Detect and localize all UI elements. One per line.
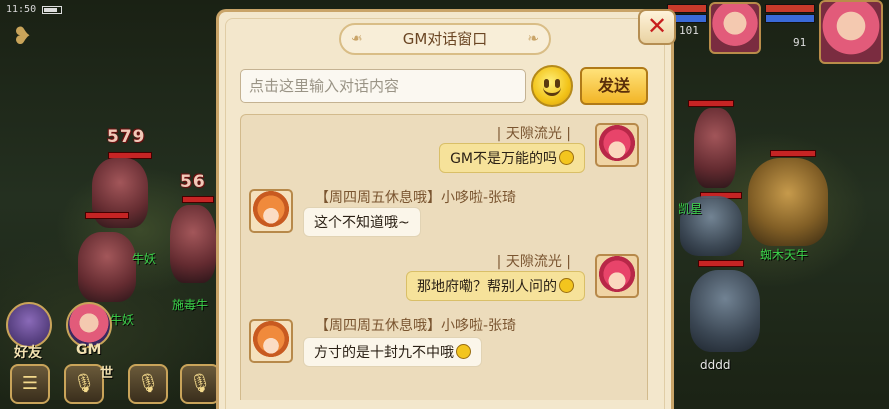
battery-icon xyxy=(42,5,63,14)
message-text: 那地府嘞？帮别人问的 xyxy=(417,279,557,295)
dialog-title: GM对话窗口 xyxy=(339,23,551,55)
chat-button[interactable]: ☰ xyxy=(10,364,50,404)
enemy-hp-bar xyxy=(182,196,214,203)
emoji-icon xyxy=(559,150,574,165)
message-sender: 【周四周五休息哦】小哆啦-张琦 xyxy=(315,318,517,334)
enemy-bull-demon[interactable] xyxy=(170,205,216,283)
gm-chat-avatar xyxy=(249,319,293,363)
party-status-panel: 101 91 xyxy=(667,0,889,66)
voice-team-button[interactable]: 🎙 xyxy=(128,364,168,404)
message-text: 这个不知道哦~ xyxy=(314,215,410,231)
player-chat-avatar xyxy=(595,123,639,167)
enemy-bull-demon[interactable] xyxy=(78,232,136,302)
damage-number: 579 xyxy=(107,127,146,147)
message-sender: 【周四周五休息哦】小哆啦-张琦 xyxy=(315,190,517,206)
world-label: 世 xyxy=(100,366,114,381)
player-level: 91 xyxy=(793,36,807,49)
ally-name: 蜘木天牛 xyxy=(760,248,809,262)
ally-hp-bar xyxy=(688,100,734,107)
ally-character[interactable] xyxy=(694,108,736,188)
chat-input[interactable] xyxy=(240,69,526,103)
gm-chat-avatar xyxy=(249,189,293,233)
ally-pet[interactable] xyxy=(748,158,828,246)
enemy-name: 牛妖 xyxy=(132,252,157,266)
ally-hp-bar xyxy=(770,150,816,157)
party-mp-bar xyxy=(765,14,815,23)
heart-menu-icon[interactable]: ❥ xyxy=(12,24,38,48)
voice-guild-button[interactable]: 🎙 xyxy=(180,364,220,404)
enemy-hp-bar xyxy=(85,212,129,219)
message-sender: | 天隙流光 | xyxy=(496,254,571,270)
message-bubble: 那地府嘞？帮别人问的 xyxy=(406,271,585,301)
clock: 11:50 xyxy=(6,4,37,15)
message-text: 方寸的是十封九不中哦 xyxy=(314,345,454,361)
player-chat-avatar xyxy=(595,254,639,298)
close-button[interactable]: ✕ xyxy=(638,9,676,45)
enemy-name: 施毒牛 xyxy=(172,298,209,312)
party-hp-bar xyxy=(765,4,815,13)
close-icon: ✕ xyxy=(646,12,668,40)
player-avatar[interactable] xyxy=(819,0,883,64)
ally-hp-bar xyxy=(698,260,744,267)
ally-name: dddd xyxy=(700,358,731,372)
chat-history[interactable]: | 天隙流光 | GM不是万能的吗 【周四周五休息哦】小哆啦-张琦 这个不知道哦… xyxy=(240,114,648,400)
message-sender: | 天隙流光 | xyxy=(496,126,571,142)
system-status-bar: 11:50 xyxy=(6,4,63,15)
message-bubble: 这个不知道哦~ xyxy=(303,207,421,237)
party-member-avatar[interactable] xyxy=(709,2,761,54)
party-level: 101 xyxy=(679,24,699,37)
friends-label: 好友 xyxy=(14,345,42,361)
emoji-icon xyxy=(456,344,471,359)
gm-label: GM xyxy=(76,342,102,358)
message-bubble: 方寸的是十封九不中哦 xyxy=(303,337,482,367)
damage-number: 56 xyxy=(180,172,206,192)
emoji-icon xyxy=(559,278,574,293)
smiley-icon-mouth xyxy=(543,87,561,96)
send-button[interactable]: 发送 xyxy=(580,67,648,105)
message-bubble: GM不是万能的吗 xyxy=(439,143,585,173)
enemy-name: 牛妖 xyxy=(110,313,135,327)
message-text: GM不是万能的吗 xyxy=(450,151,557,167)
voice-world-button[interactable]: 🎙 xyxy=(64,364,104,404)
ally-name: 凯星 xyxy=(678,202,703,216)
ally-character[interactable] xyxy=(690,270,760,352)
emoji-button[interactable] xyxy=(531,65,573,107)
